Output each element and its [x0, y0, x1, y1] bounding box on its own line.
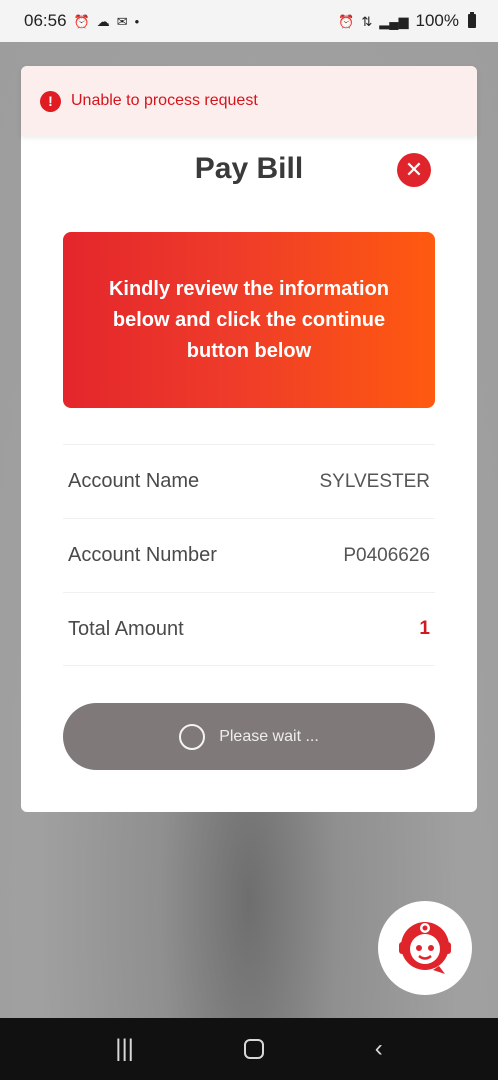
status-bar: 06:56 ⏰ ☁ ✉ • ⏰ ⇅ ▂▄▆ 100% [0, 0, 498, 42]
info-banner: Kindly review the information below and … [63, 232, 435, 408]
spinner-icon [179, 723, 206, 750]
details-list: Account Name SYLVESTER Account Number P0… [63, 444, 435, 666]
chat-support-button[interactable] [378, 901, 472, 995]
banner-text: Kindly review the information below and … [108, 277, 390, 362]
system-nav-bar: ||| ‹ [0, 1018, 498, 1080]
alarm-icon: ⏰ [73, 13, 90, 29]
row-value: P0406626 [343, 544, 430, 566]
alarm-icon: ⏰ [338, 13, 355, 29]
home-icon[interactable] [244, 1039, 265, 1059]
row-label: Account Number [68, 544, 217, 566]
row-value: SYLVESTER [319, 470, 430, 492]
chatbot-icon [399, 922, 451, 974]
row-label: Account Name [68, 470, 200, 492]
alert-circle-icon: ! [40, 90, 61, 112]
network-icon: ⇅ [361, 13, 373, 29]
toast-message: Unable to process request [71, 92, 258, 109]
please-wait-button[interactable]: Please wait ... [63, 703, 435, 770]
account-number-row: Account Number P0406626 [63, 518, 435, 592]
row-label: Total Amount [68, 617, 184, 640]
signal-icon: ▂▄▆ [379, 13, 409, 29]
account-name-row: Account Name SYLVESTER [63, 444, 435, 518]
dot-icon: • [134, 13, 140, 29]
close-button[interactable]: ✕ [397, 153, 431, 187]
total-amount-row: Total Amount 1 [63, 592, 435, 666]
message-icon: ✉ [116, 13, 128, 29]
cloud-icon: ☁ [96, 13, 110, 29]
back-icon[interactable]: ‹ [375, 1035, 383, 1063]
error-toast: ! Unable to process request [21, 66, 477, 136]
wait-label: Please wait ... [219, 727, 319, 745]
battery-icon [468, 12, 476, 28]
battery-level: 100% [415, 11, 459, 30]
row-value: 1 [419, 618, 430, 639]
close-icon: ✕ [404, 157, 424, 182]
recents-icon[interactable]: ||| [115, 1035, 134, 1063]
status-time: 06:56 [24, 11, 67, 30]
